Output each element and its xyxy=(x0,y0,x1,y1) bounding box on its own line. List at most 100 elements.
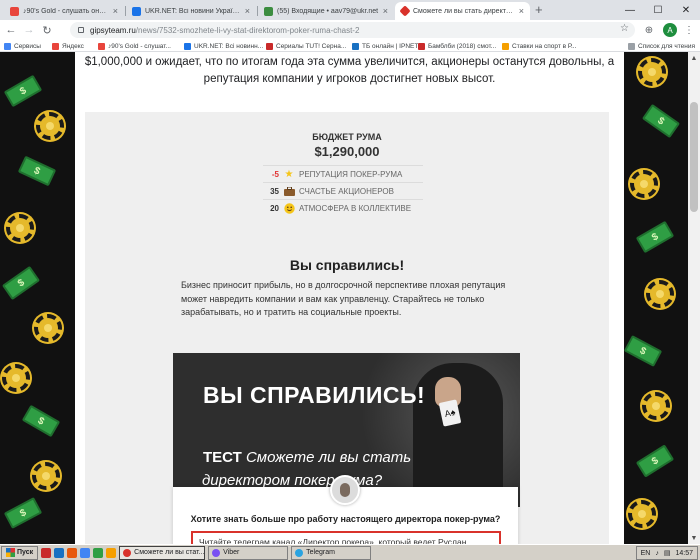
scroll-down-icon[interactable]: ▼ xyxy=(688,532,700,544)
tab-strip: ♪90's Gold - слушать онлайн × UKR.NET: В… xyxy=(0,0,700,20)
close-window-button[interactable]: ✕ xyxy=(672,0,700,20)
quick-launch-icon[interactable] xyxy=(54,547,65,558)
close-icon[interactable]: × xyxy=(383,6,388,16)
new-tab-button[interactable]: + xyxy=(535,2,543,17)
system-tray: EN ♪ ▤ 14:57 xyxy=(635,546,698,560)
bookmark-bumblebee[interactable]: Бамблби (2018) смот... xyxy=(418,41,496,51)
poker-chip-icon xyxy=(2,364,30,392)
briefcase-icon xyxy=(283,185,295,197)
money-icon: $ xyxy=(624,335,663,367)
reading-list-icon xyxy=(628,42,635,50)
right-background-decoration: $ $ $ $ xyxy=(624,52,688,544)
intro-line-2: репутация компании у игроков достигнет н… xyxy=(203,73,496,85)
lock-icon xyxy=(78,27,84,33)
taskbar-item-browser[interactable]: Сможете ли вы стат... xyxy=(119,545,206,560)
quick-launch-icon[interactable] xyxy=(67,547,78,558)
viber-icon xyxy=(212,548,221,557)
start-button[interactable]: Пуск xyxy=(1,545,39,560)
bookmark-serials[interactable]: Сериалы TUT! Серна... xyxy=(266,41,346,51)
video-icon xyxy=(266,42,273,50)
page-scrollbar[interactable]: ▲ ▼ xyxy=(688,52,700,544)
poker-chip-icon xyxy=(630,170,658,198)
film-icon xyxy=(418,42,425,50)
url-path: /news/7532-smozhete-li-vy-stat-direktoro… xyxy=(135,25,360,35)
back-icon[interactable]: ← xyxy=(4,23,18,37)
stat-value: 20 xyxy=(270,203,279,213)
tab-label: ♪90's Gold - слушать онлайн xyxy=(23,7,109,15)
tab-active-article[interactable]: Сможете ли вы стать директором × xyxy=(395,2,530,20)
language-indicator[interactable]: EN xyxy=(641,550,651,557)
reload-icon[interactable]: ↻ xyxy=(40,23,54,37)
promo-question: Хотите знать больше про работу настоящег… xyxy=(190,514,501,524)
poker-chip-icon xyxy=(646,280,674,308)
stat-value: 35 xyxy=(270,186,279,196)
money-icon: $ xyxy=(641,103,681,139)
bookmarks-bar: Сервисы Яндекс ♪90's Gold - слушат... UK… xyxy=(0,40,700,52)
taskbar-item-telegram[interactable]: Telegram xyxy=(291,545,372,560)
tab-favicon xyxy=(399,5,411,17)
address-bar[interactable]: gipsyteam.ru /news/7532-smozhete-li-vy-s… xyxy=(70,22,635,38)
close-icon[interactable]: × xyxy=(113,6,118,16)
minimize-button[interactable]: — xyxy=(616,0,644,20)
promo-link-box[interactable]: Читайте телеграм канал «Директор покера»… xyxy=(191,531,501,544)
tab-label: UKR.NET: Всі новини України, оста xyxy=(145,7,241,15)
smiley-icon xyxy=(283,202,295,214)
apps-icon xyxy=(4,42,11,50)
money-icon: $ xyxy=(1,265,41,301)
poker-chip-icon xyxy=(34,314,62,342)
bookmark-star-icon[interactable]: ☆ xyxy=(620,23,629,34)
windows-logo-icon xyxy=(6,548,15,557)
reading-list[interactable]: Список для чтения xyxy=(628,41,695,51)
profile-avatar[interactable]: A xyxy=(663,23,677,37)
browser-toolbar: ← → ↻ gipsyteam.ru /news/7532-smozhete-l… xyxy=(0,20,700,40)
tab-inbox[interactable]: (55) Входящие • aav79@ukr.net × xyxy=(258,2,394,20)
money-icon: $ xyxy=(635,220,675,254)
quick-launch-icon[interactable] xyxy=(106,547,117,558)
scroll-up-icon[interactable]: ▲ xyxy=(688,52,700,64)
quick-launch-icon[interactable] xyxy=(93,547,104,558)
bookmark-yandex[interactable]: Яндекс xyxy=(52,41,84,51)
close-icon[interactable]: × xyxy=(245,6,250,16)
poker-chip-icon xyxy=(642,392,670,420)
stat-atmosphere: 20 АТМОСФЕРА В КОЛЛЕКТИВЕ xyxy=(263,199,423,216)
clock[interactable]: 14:57 xyxy=(675,550,693,557)
chrome-icon xyxy=(123,548,132,557)
tab-favicon xyxy=(264,6,273,16)
close-icon[interactable]: × xyxy=(519,6,524,16)
quick-launch-icon[interactable] xyxy=(80,547,91,558)
banner-question-line-1: ТЕСТ Сможете ли вы стать xyxy=(203,449,411,466)
money-icon: $ xyxy=(635,444,675,478)
money-icon: $ xyxy=(3,74,43,108)
stat-label: АТМОСФЕРА В КОЛЛЕКТИВЕ xyxy=(299,203,412,213)
extensions-icon[interactable]: ⊕ xyxy=(642,23,656,37)
money-icon: $ xyxy=(21,404,61,438)
news-icon xyxy=(184,42,191,50)
bookmark-tv-ipnet[interactable]: TБ онлайн | IPNET xyxy=(352,41,418,51)
telegram-promo-block: Хотите знать больше про работу настоящег… xyxy=(173,475,518,544)
left-background-decoration: $ $ $ $ $ xyxy=(0,52,75,544)
poker-chip-icon xyxy=(6,214,34,242)
scroll-thumb[interactable] xyxy=(690,102,698,212)
bookmark-services[interactable]: Сервисы xyxy=(4,41,41,51)
author-avatar xyxy=(330,475,360,505)
volume-icon[interactable]: ♪ xyxy=(655,550,659,557)
network-icon[interactable]: ▤ xyxy=(664,549,671,557)
tab-favicon xyxy=(10,6,19,16)
budget-title: БЮДЖЕТ РУМА xyxy=(312,132,382,142)
star-icon: ★ xyxy=(284,168,294,180)
stat-label: РЕПУТАЦИЯ ПОКЕР-РУМА xyxy=(299,169,403,179)
forward-icon[interactable]: → xyxy=(22,23,36,37)
tab-label: Сможете ли вы стать директором xyxy=(413,7,515,15)
menu-icon[interactable]: ⋮ xyxy=(682,23,696,37)
tab-90s-gold[interactable]: ♪90's Gold - слушать онлайн × xyxy=(4,2,124,20)
taskbar-item-viber[interactable]: Viber xyxy=(208,545,289,560)
result-paragraph: Бизнес приносит прибыль, но в долгосрочн… xyxy=(181,280,506,317)
bookmark-ukr-net[interactable]: UKR.NET: Всі новинн... xyxy=(184,41,263,51)
poker-chip-icon xyxy=(628,500,656,528)
quick-launch-icon[interactable] xyxy=(41,547,52,558)
bookmark-90s-gold[interactable]: ♪90's Gold - слушат... xyxy=(98,41,171,51)
os-taskbar: Пуск Сможете ли вы стат... Viber Telegra… xyxy=(0,544,700,560)
tab-ukr-net[interactable]: UKR.NET: Всі новини України, оста × xyxy=(126,2,256,20)
maximize-button[interactable]: ☐ xyxy=(644,0,672,20)
bookmark-sport-bets[interactable]: Ставки на спорт в Р... xyxy=(502,41,576,51)
